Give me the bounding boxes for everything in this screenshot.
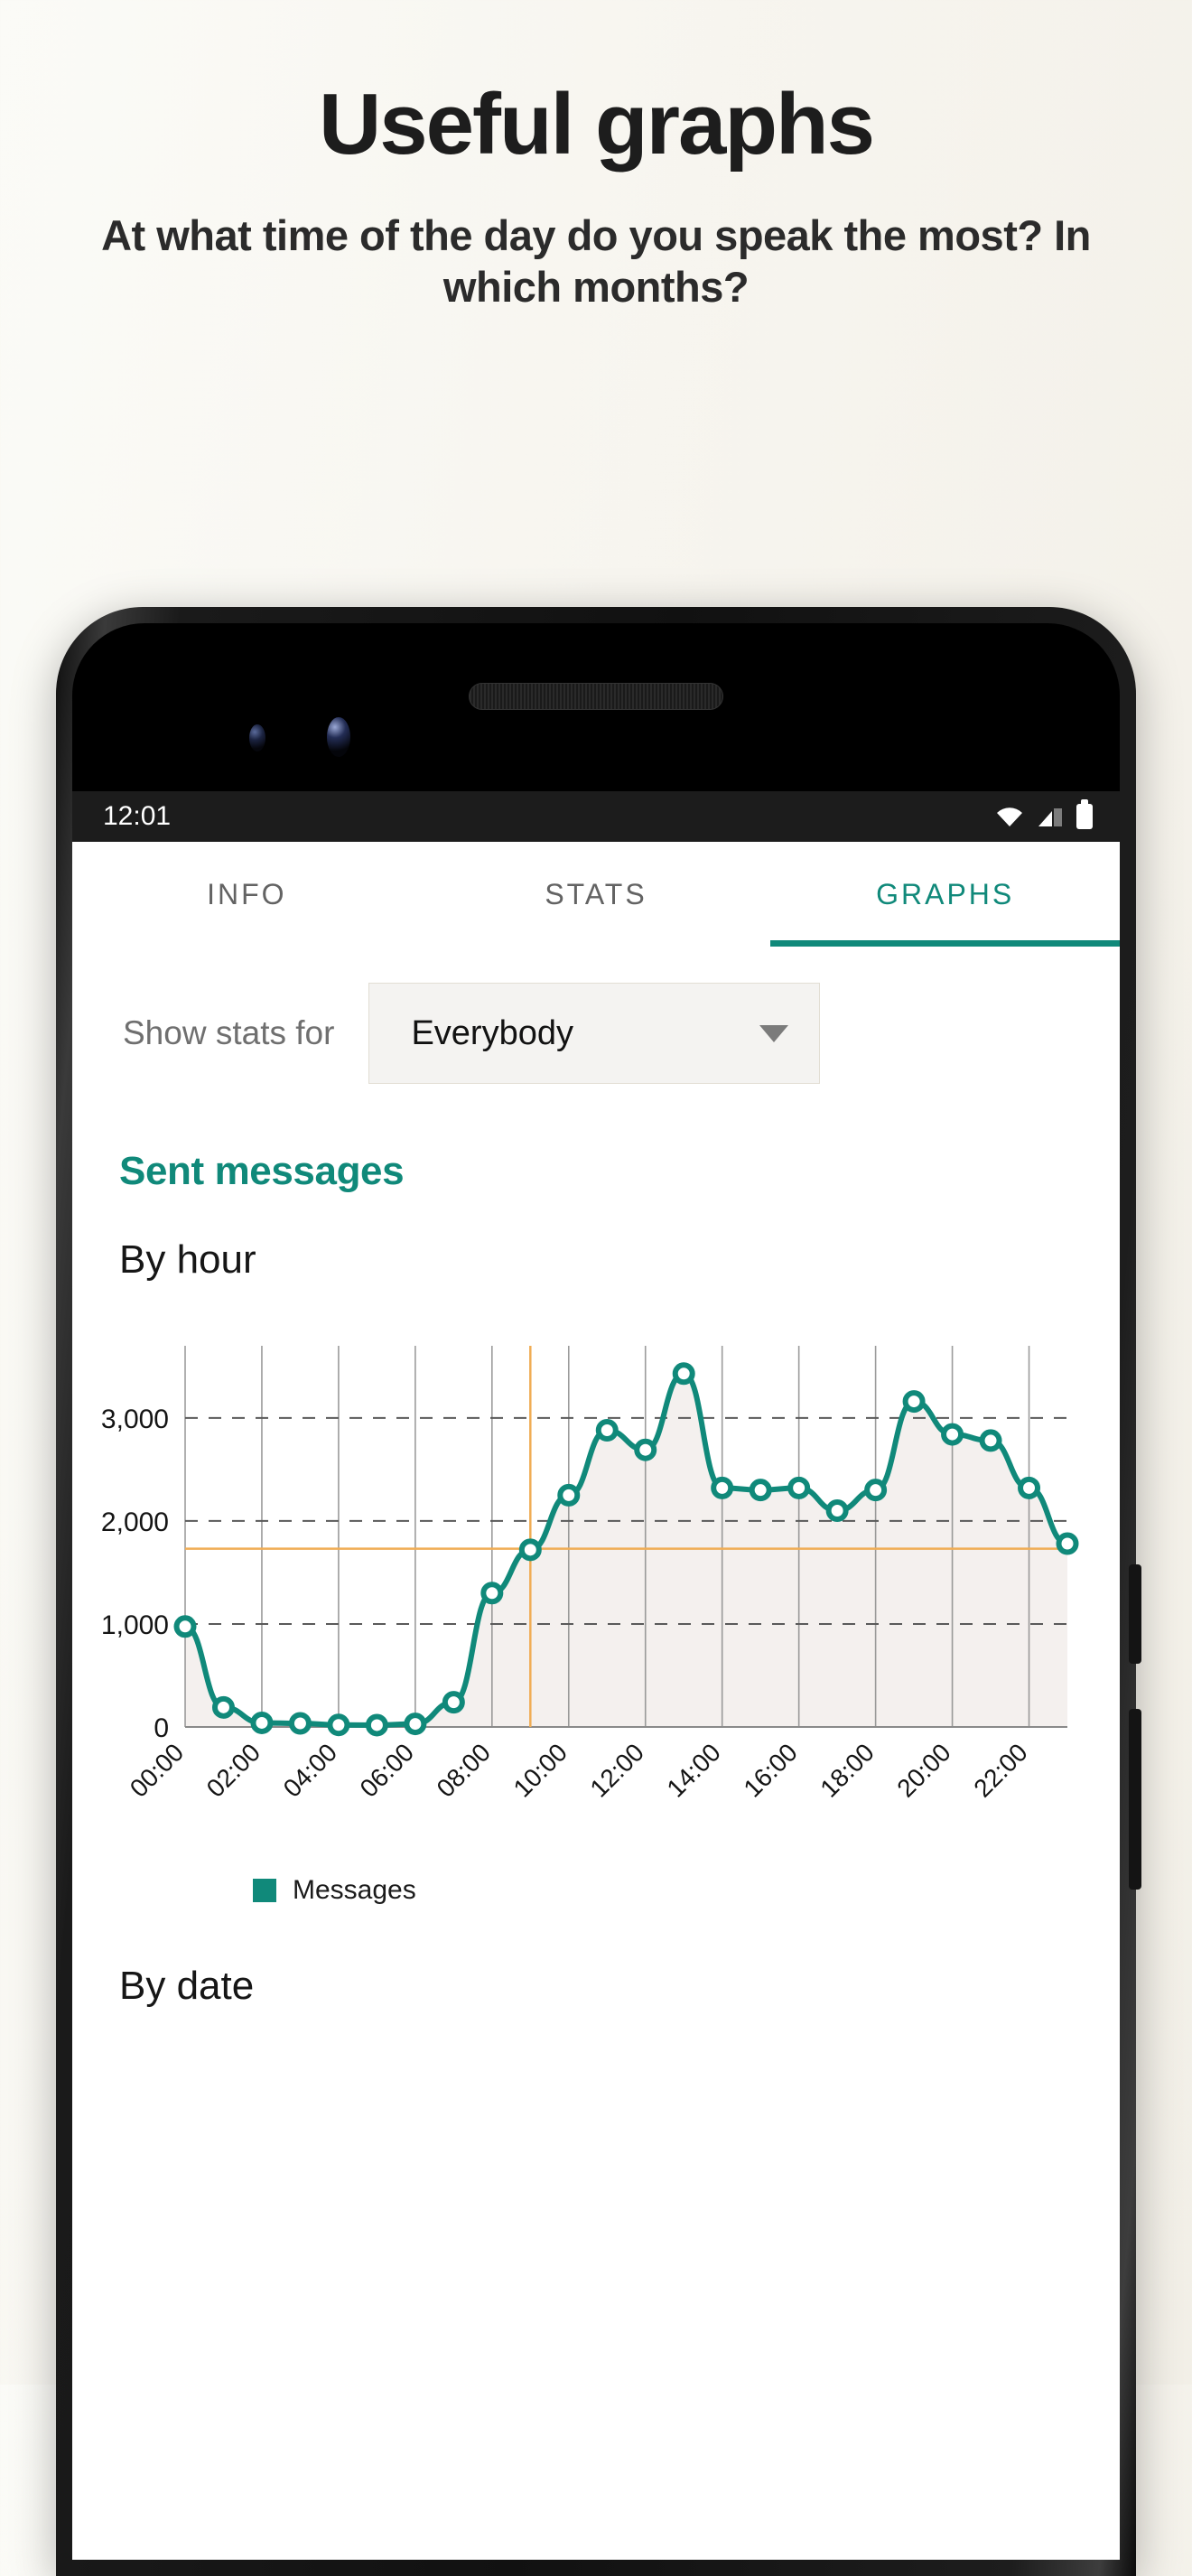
stats-filter-row: Show stats for Everybody [72,947,1120,1084]
battery-icon [1076,799,1093,829]
chevron-down-icon [759,1024,789,1042]
svg-text:20:00: 20:00 [891,1738,955,1802]
front-camera-secondary-icon [249,724,265,751]
svg-text:2,000: 2,000 [101,1507,169,1537]
page-subtitle: At what time of the day do you speak the… [101,211,1091,312]
phone-side-button-power [1129,1564,1141,1664]
svg-text:18:00: 18:00 [815,1738,879,1802]
stats-filter-dropdown[interactable]: Everybody [368,983,821,1084]
status-icons [995,799,1093,829]
promo-header: Useful graphs At what time of the day do… [0,0,1192,313]
tab-info[interactable]: INFO [72,842,422,947]
signal-icon [1038,808,1062,826]
by-hour-chart: 0 1,000 2,000 3,000 00:00 02:00 04:00 06:00 08:0… [72,1337,1120,1825]
svg-text:0: 0 [154,1713,169,1743]
svg-text:3,000: 3,000 [101,1405,169,1434]
front-camera-primary-icon [327,717,350,757]
svg-text:14:00: 14:00 [661,1738,725,1802]
app-screen: INFO STATS GRAPHS Show stats for Everybo… [72,842,1120,2560]
by-hour-line-chart[interactable]: 0 1,000 2,000 3,000 00:00 02:00 04:00 06:00 08:0… [72,1337,1120,1843]
svg-text:12:00: 12:00 [585,1738,649,1802]
stats-filter-value: Everybody [411,1013,573,1052]
subsection-heading-by-hour: By hour [119,1237,256,1282]
page-title: Useful graphs [318,76,875,173]
phone-side-button-volume [1129,1709,1141,1890]
status-clock: 12:01 [103,801,172,831]
tab-graphs[interactable]: GRAPHS [770,842,1120,947]
tab-bar: INFO STATS GRAPHS [72,842,1120,947]
status-bar: 12:01 [72,791,1120,842]
svg-text:06:00: 06:00 [355,1738,419,1802]
legend-label-messages: Messages [293,1875,416,1905]
phone-mockup: 12:01 INFO STATS GRAPHS Show stats for E… [56,607,1141,2576]
svg-text:02:00: 02:00 [201,1738,265,1802]
earpiece-speaker-icon [469,683,723,710]
subsection-heading-by-date: By date [119,1964,255,2008]
svg-text:16:00: 16:00 [738,1738,802,1802]
svg-text:04:00: 04:00 [278,1738,342,1802]
svg-text:10:00: 10:00 [508,1738,573,1802]
svg-text:22:00: 22:00 [968,1738,1032,1802]
phone-screen-area: 12:01 INFO STATS GRAPHS Show stats for E… [72,623,1120,2560]
wifi-icon [997,807,1022,826]
svg-text:08:00: 08:00 [432,1738,496,1802]
legend-swatch-messages [253,1879,276,1902]
svg-text:1,000: 1,000 [101,1610,169,1640]
section-heading-sent-messages: Sent messages [119,1149,405,1193]
tab-stats[interactable]: STATS [422,842,771,947]
svg-text:00:00: 00:00 [125,1738,189,1802]
stats-filter-label: Show stats for [123,1014,335,1051]
phone-bezel-top [72,623,1120,791]
